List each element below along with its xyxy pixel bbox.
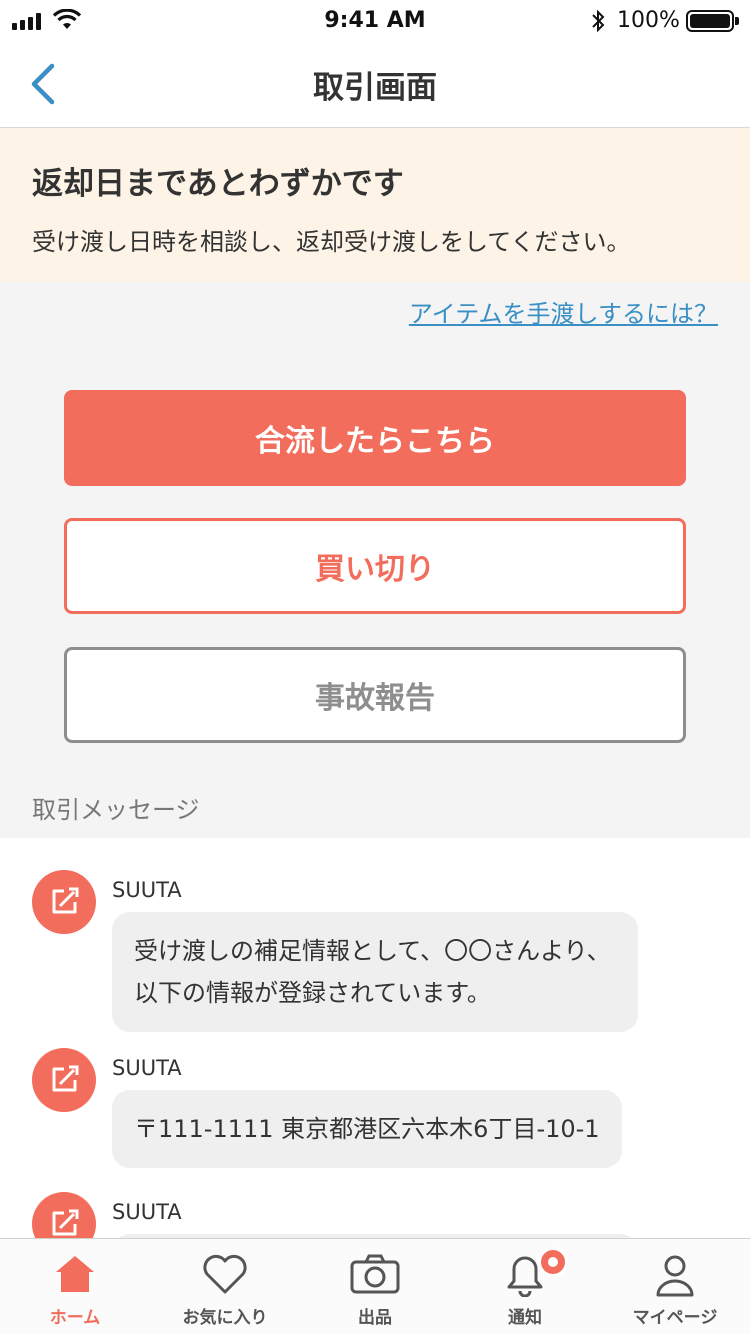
- heart-icon: [203, 1254, 247, 1294]
- buyout-button[interactable]: 買い切り: [64, 518, 686, 614]
- edit-icon: [52, 1209, 79, 1236]
- page-title: 取引画面: [313, 70, 437, 106]
- tab-label: お気に入り: [182, 1308, 268, 1328]
- tab-label: 出品: [358, 1308, 392, 1328]
- tab-favorites[interactable]: お気に入り: [150, 1239, 300, 1334]
- notice-heading: 返却日まであとわずかです: [32, 166, 404, 202]
- accident-report-button[interactable]: 事故報告: [64, 647, 686, 743]
- avatar: [32, 870, 96, 934]
- status-bar: 9:41 AM 100%: [0, 0, 750, 40]
- nav-bar: 取引画面: [0, 40, 750, 128]
- camera-icon: [350, 1254, 400, 1294]
- tab-label: ホーム: [49, 1308, 101, 1328]
- handover-help-link[interactable]: アイテムを手渡しするには？: [409, 294, 718, 329]
- message-sender: SUUTA: [112, 1056, 182, 1080]
- message-sender: SUUTA: [112, 1200, 182, 1224]
- return-notice: 返却日まであとわずかです 受け渡し日時を相談し、返却受け渡しをしてください。: [0, 128, 750, 282]
- bluetooth-icon: [592, 9, 605, 33]
- person-icon: [656, 1255, 694, 1297]
- tab-notifications[interactable]: 通知: [450, 1239, 600, 1334]
- tab-mypage[interactable]: マイページ: [600, 1239, 750, 1334]
- tab-label: マイページ: [632, 1308, 718, 1328]
- notification-badge: [538, 1247, 568, 1277]
- home-icon: [56, 1256, 94, 1292]
- battery-percent: 100%: [617, 8, 680, 33]
- meetup-button[interactable]: 合流したらこちら: [64, 390, 686, 486]
- message-bubble: 〒111-1111 東京都港区六本木6丁目-10-1: [112, 1090, 622, 1168]
- edit-icon: [52, 1065, 79, 1092]
- messages-section-label: 取引メッセージ: [32, 796, 200, 824]
- message-bubble: 受け渡しの補足情報として、〇〇さんより、以下の情報が登録されています。: [112, 912, 638, 1032]
- tab-bar: ホーム お気に入り 出品 通知 マイページ: [0, 1238, 750, 1334]
- tab-label: 通知: [508, 1308, 542, 1328]
- battery-icon: [686, 10, 739, 32]
- avatar: [32, 1192, 96, 1238]
- edit-icon: [52, 887, 79, 914]
- message-list[interactable]: SUUTA 受け渡しの補足情報として、〇〇さんより、以下の情報が登録されています…: [0, 838, 750, 1238]
- tab-sell[interactable]: 出品: [300, 1239, 450, 1334]
- notice-description: 受け渡し日時を相談し、返却受け渡しをしてください。: [32, 228, 631, 256]
- tab-home[interactable]: ホーム: [0, 1239, 150, 1334]
- message-sender: SUUTA: [112, 878, 182, 902]
- avatar: [32, 1048, 96, 1112]
